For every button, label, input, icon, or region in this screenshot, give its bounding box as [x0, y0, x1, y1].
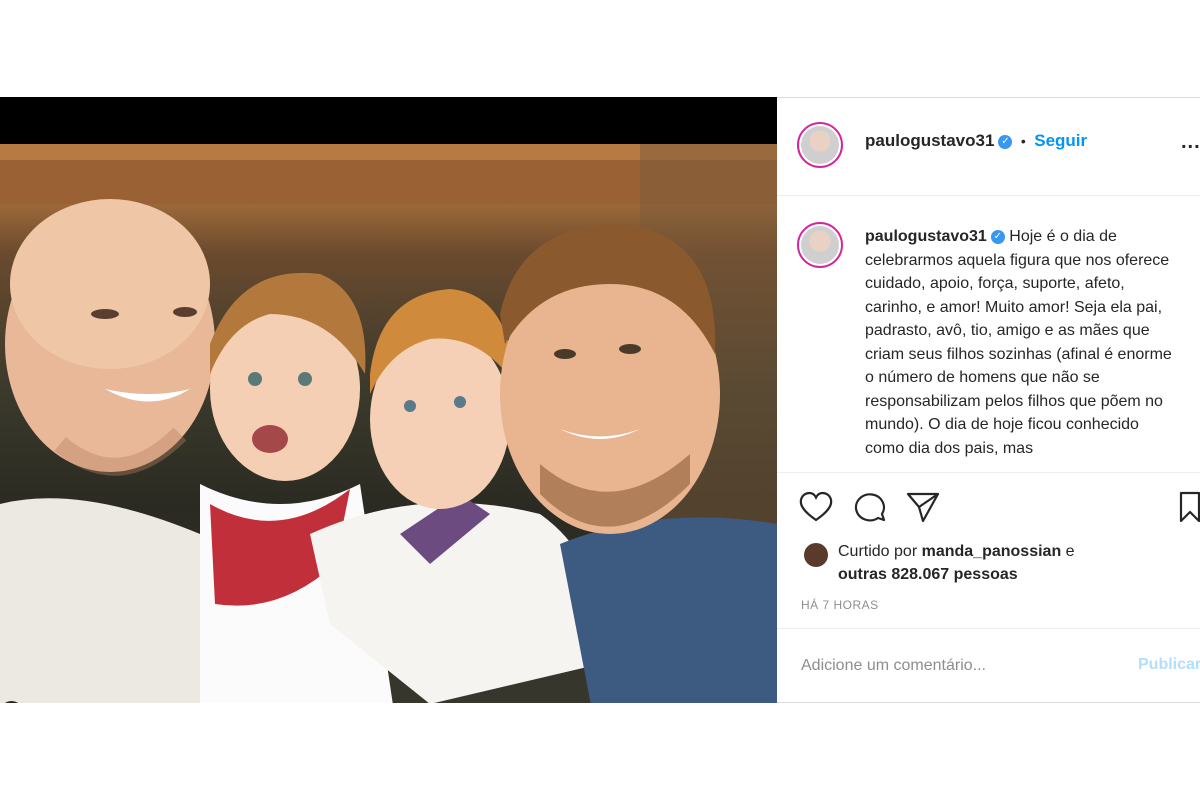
header-author: paulogustavo31 ✓ • Seguir: [865, 131, 1087, 151]
follow-button[interactable]: Seguir: [1034, 131, 1087, 150]
liker-avatar[interactable]: [804, 543, 828, 567]
post-photo-frame: [0, 97, 777, 703]
post-timestamp[interactable]: HÁ 7 HORAS: [801, 598, 879, 612]
likes-others-link[interactable]: outras 828.067 pessoas: [838, 566, 1018, 583]
verified-badge-icon: ✓: [998, 134, 1013, 149]
comment-bar: Publicar: [777, 628, 1200, 705]
likes-text: Curtido por manda_panossian e outras 828…: [838, 540, 1178, 586]
post-actions: [777, 491, 1200, 533]
verified-badge-icon: ✓: [990, 229, 1005, 244]
caption-username[interactable]: paulogustavo31: [865, 228, 987, 245]
caption-text: Hoje é o dia de celebrarmos aquela figur…: [865, 228, 1172, 457]
liked-by-prefix: Curtido por: [838, 543, 918, 560]
heart-icon[interactable]: [799, 491, 833, 528]
post-header: paulogustavo31 ✓ • Seguir ...: [777, 98, 1200, 196]
bookmark-icon[interactable]: [1179, 491, 1200, 528]
post-photo[interactable]: [0, 144, 777, 703]
separator: •: [1020, 133, 1026, 149]
more-options-icon[interactable]: ...: [1181, 131, 1200, 154]
comment-input[interactable]: [801, 651, 1121, 681]
comment-icon[interactable]: [853, 491, 887, 528]
paper-plane-icon[interactable]: [906, 491, 940, 528]
post-caption-area: paulogustavo31 ✓ Hoje é o dia de celebrar…: [777, 195, 1200, 473]
publish-button[interactable]: Publicar: [1138, 656, 1200, 674]
author-avatar[interactable]: [797, 122, 843, 168]
caption-author-avatar[interactable]: [797, 222, 843, 268]
family-photo-illustration: [0, 144, 777, 703]
liked-by-user[interactable]: manda_panossian: [922, 543, 1062, 560]
liked-by-conj: e: [1065, 543, 1075, 560]
post-caption: paulogustavo31 ✓ Hoje é o dia de celebrar…: [865, 225, 1181, 460]
post-side-panel: paulogustavo31 ✓ • Seguir ... paulogustav…: [777, 97, 1200, 703]
author-username[interactable]: paulogustavo31: [865, 131, 994, 150]
